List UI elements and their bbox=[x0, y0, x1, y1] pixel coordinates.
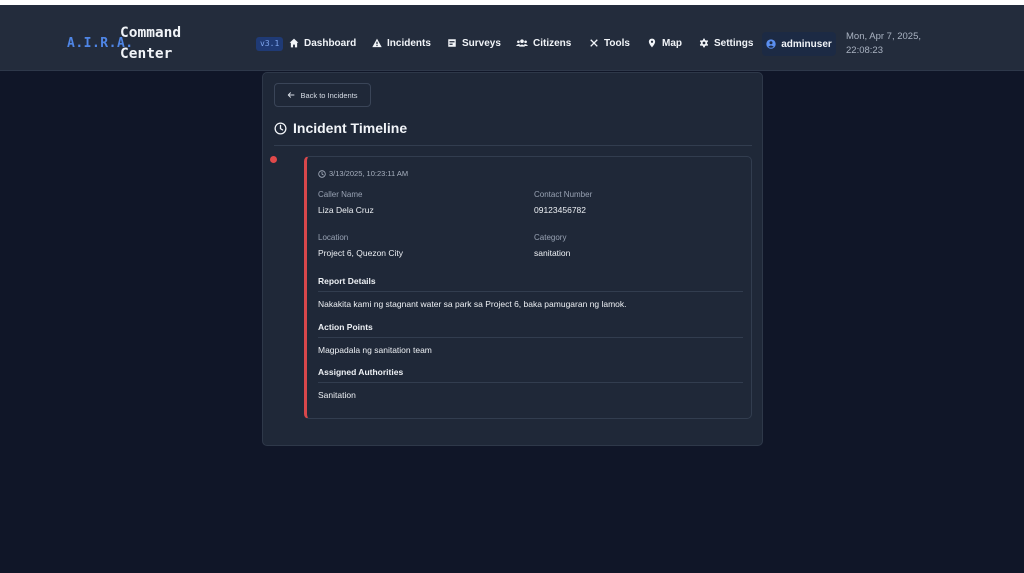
action-points-heading: Action Points bbox=[318, 322, 373, 332]
report-details-heading: Report Details bbox=[318, 276, 376, 286]
nav-dashboard[interactable]: Dashboard bbox=[289, 34, 356, 52]
location-value: Project 6, Quezon City bbox=[318, 248, 404, 258]
nav-tools[interactable]: Tools bbox=[589, 34, 630, 52]
report-details-text: Nakakita kami ng stagnant water sa park … bbox=[318, 299, 627, 309]
map-pin-icon bbox=[648, 38, 656, 48]
back-button-label: Back to Incidents bbox=[300, 90, 358, 100]
assigned-authorities-text: Sanitation bbox=[318, 390, 356, 400]
back-to-incidents-button[interactable]: Back to Incidents bbox=[274, 83, 371, 107]
datetime-date: Mon, Apr 7, 2025, bbox=[846, 31, 921, 42]
datetime-time: 22:08:23 bbox=[846, 45, 883, 56]
title-divider bbox=[274, 145, 752, 146]
clipboard-icon bbox=[448, 39, 456, 47]
section-divider bbox=[318, 291, 743, 292]
current-datetime: Mon, Apr 7, 2025, 22:08:23 bbox=[846, 30, 956, 58]
category-label: Category bbox=[534, 233, 567, 242]
nav-settings[interactable]: Settings bbox=[699, 34, 753, 52]
incident-timeline-panel: Back to Incidents Incident Timeline 3/13… bbox=[262, 72, 763, 446]
timestamp-text: 3/13/2025, 10:23:11 AM bbox=[329, 169, 409, 178]
caller-name-value: Liza Dela Cruz bbox=[318, 205, 374, 215]
nav-incidents[interactable]: Incidents bbox=[372, 34, 431, 52]
page-title: Incident Timeline bbox=[293, 120, 408, 136]
arrow-left-icon bbox=[288, 92, 295, 98]
event-timestamp: 3/13/2025, 10:23:11 AM bbox=[318, 169, 408, 178]
home-icon bbox=[289, 38, 299, 48]
gear-icon bbox=[699, 38, 709, 48]
nav-citizens[interactable]: Citizens bbox=[516, 34, 571, 52]
nav-label: Surveys bbox=[462, 37, 501, 49]
caller-name-label: Caller Name bbox=[318, 190, 363, 199]
version-badge: v3.1 bbox=[256, 37, 284, 51]
timeline-dot bbox=[270, 156, 277, 163]
user-menu-button[interactable]: adminuser bbox=[762, 32, 836, 56]
nav-map[interactable]: Map bbox=[647, 34, 682, 52]
nav-label: Incidents bbox=[387, 37, 431, 49]
nav-label: Tools bbox=[604, 37, 630, 49]
nav-surveys[interactable]: Surveys bbox=[447, 34, 501, 52]
user-circle-icon bbox=[766, 39, 776, 49]
clock-icon bbox=[274, 121, 287, 135]
contact-number-label: Contact Number bbox=[534, 190, 593, 199]
page-title-row: Incident Timeline bbox=[274, 120, 407, 136]
tools-icon bbox=[590, 39, 598, 47]
user-name: adminuser bbox=[781, 38, 832, 50]
top-navbar: A.I.R.A. Command Center v3.1 Dashboard I… bbox=[0, 5, 1024, 71]
contact-number-value: 09123456782 bbox=[534, 205, 587, 215]
brand-name: Command Center bbox=[120, 25, 182, 62]
location-label: Location bbox=[318, 233, 349, 242]
nav-label: Map bbox=[662, 37, 682, 49]
section-divider bbox=[318, 382, 743, 383]
action-points-text: Magpadala ng sanitation team bbox=[318, 345, 432, 355]
warning-icon bbox=[372, 38, 382, 48]
nav-label: Settings bbox=[714, 37, 754, 49]
nav-label: Dashboard bbox=[304, 37, 357, 49]
clock-icon bbox=[318, 169, 326, 178]
nav-label: Citizens bbox=[533, 37, 572, 49]
section-divider bbox=[318, 337, 743, 338]
assigned-authorities-heading: Assigned Authorities bbox=[318, 367, 404, 377]
timeline-event-card: 3/13/2025, 10:23:11 AM Caller Name Liza … bbox=[304, 156, 752, 419]
category-value: sanitation bbox=[534, 248, 571, 258]
users-icon bbox=[516, 39, 528, 47]
